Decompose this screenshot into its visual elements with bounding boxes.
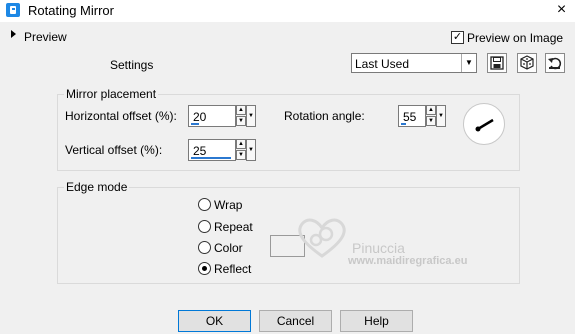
window-title: Rotating Mirror bbox=[28, 3, 114, 18]
preset-dropdown[interactable]: Last Used ▼ bbox=[351, 53, 477, 73]
horizontal-offset-level-bar bbox=[191, 123, 199, 125]
rotation-angle-level-bar bbox=[401, 123, 406, 125]
slider-popup-icon[interactable]: ▼ bbox=[246, 105, 256, 127]
radio-selected-dot bbox=[202, 266, 207, 271]
expand-arrow-icon[interactable] bbox=[11, 30, 16, 38]
preset-value: Last Used bbox=[355, 57, 410, 71]
preview-toggle[interactable]: Preview bbox=[24, 30, 67, 44]
preview-on-image-checkbox[interactable]: ✓ bbox=[451, 31, 464, 44]
watermark-name: Pinuccia bbox=[352, 240, 405, 256]
rotation-angle-input[interactable]: 55 bbox=[398, 105, 426, 127]
rotation-dial[interactable] bbox=[463, 103, 505, 145]
dial-needle-icon bbox=[475, 118, 494, 132]
preview-on-image-label: Preview on Image bbox=[467, 31, 564, 45]
reset-button[interactable] bbox=[545, 53, 565, 73]
cancel-button[interactable]: Cancel bbox=[259, 310, 332, 332]
ok-button[interactable]: OK bbox=[178, 310, 251, 332]
radio-reflect[interactable] bbox=[198, 262, 211, 275]
slider-popup-icon[interactable]: ▼ bbox=[246, 139, 256, 161]
vertical-offset-spinbox[interactable]: 25 ▲ ▼ ▼ bbox=[188, 139, 256, 161]
chevron-down-icon[interactable]: ▼ bbox=[461, 54, 476, 72]
edge-mode-title: Edge mode bbox=[64, 180, 130, 194]
radio-wrap[interactable] bbox=[198, 198, 211, 211]
watermark-url: www.maidiregrafica.eu bbox=[348, 255, 468, 267]
spin-down-icon[interactable]: ▼ bbox=[236, 150, 246, 160]
horizontal-offset-value: 20 bbox=[193, 110, 207, 124]
save-icon bbox=[490, 56, 504, 70]
spin-down-icon[interactable]: ▼ bbox=[236, 116, 246, 126]
settings-label: Settings bbox=[110, 58, 154, 72]
radio-color[interactable] bbox=[198, 241, 211, 254]
paintshop-icon bbox=[6, 3, 20, 17]
save-preset-button[interactable] bbox=[487, 53, 507, 73]
vertical-offset-level-bar bbox=[191, 157, 231, 159]
vertical-offset-input[interactable]: 25 bbox=[188, 139, 236, 161]
radio-repeat[interactable] bbox=[198, 220, 211, 233]
checkmark-icon: ✓ bbox=[452, 31, 463, 43]
vertical-offset-value: 25 bbox=[193, 144, 207, 158]
randomize-button[interactable] bbox=[517, 53, 537, 73]
vertical-offset-label: Vertical offset (%): bbox=[65, 143, 163, 157]
horizontal-offset-spinbox[interactable]: 20 ▲ ▼ ▼ bbox=[188, 105, 256, 127]
randomize-icon bbox=[520, 55, 534, 70]
radio-color-label[interactable]: Color bbox=[214, 241, 243, 255]
horizontal-offset-label: Horizontal offset (%): bbox=[65, 109, 177, 123]
radio-reflect-label[interactable]: Reflect bbox=[214, 262, 251, 276]
watermark-logo bbox=[298, 218, 346, 258]
help-button[interactable]: Help bbox=[340, 310, 413, 332]
spin-up-icon[interactable]: ▲ bbox=[236, 139, 246, 149]
mirror-placement-title: Mirror placement bbox=[64, 87, 159, 101]
horizontal-offset-input[interactable]: 20 bbox=[188, 105, 236, 127]
spin-up-icon[interactable]: ▲ bbox=[236, 105, 246, 115]
close-button[interactable]: × bbox=[548, 0, 575, 22]
rotation-angle-value: 55 bbox=[403, 110, 417, 124]
title-bar: Rotating Mirror × bbox=[0, 0, 575, 22]
spin-up-icon[interactable]: ▲ bbox=[426, 105, 436, 115]
radio-wrap-label[interactable]: Wrap bbox=[214, 198, 242, 212]
rotation-angle-spinbox[interactable]: 55 ▲ ▼ ▼ bbox=[398, 105, 466, 127]
slider-popup-icon[interactable]: ▼ bbox=[436, 105, 446, 127]
radio-repeat-label[interactable]: Repeat bbox=[214, 220, 253, 234]
rotation-angle-label: Rotation angle: bbox=[284, 109, 365, 123]
reset-icon bbox=[548, 57, 562, 70]
spin-down-icon[interactable]: ▼ bbox=[426, 116, 436, 126]
